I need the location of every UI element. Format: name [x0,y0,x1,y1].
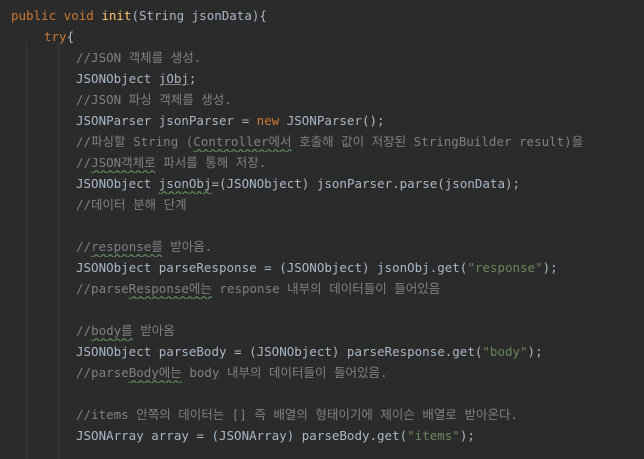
keyword: new [256,113,280,128]
comment: 파서를 통해 저장. [155,155,267,170]
comment: // [76,155,92,170]
comment: // [76,239,92,254]
code-line-method-signature[interactable]: public void init(String jsonData){ [0,5,644,26]
keyword: public void [11,8,94,23]
code-line-comment[interactable]: //body를 받아옴 [0,320,644,341]
code-text: =(JSONObject) jsonParser.parse(jsonData)… [211,176,521,191]
code-text: JSONParser jsonParser = [76,113,257,128]
code-line-statement[interactable]: JSONObject parseBody = (JSONObject) pars… [0,341,644,362]
code-line-comment[interactable]: //JSON객체로 파서를 통해 저장. [0,152,644,173]
code-line-blank[interactable] [0,383,644,404]
code-line-comment[interactable]: //parseBody에는 body 내부의 데이터들이 들어있음. [0,362,644,383]
code-line-declaration[interactable]: JSONObject jObj; [0,68,644,89]
code-text: JSONObject parseBody = (JSONObject) pars… [76,344,483,359]
code-line-comment[interactable]: //response를 받아옴. [0,236,644,257]
comment: //파싱할 String ( [76,134,194,149]
code-text: JSONObject [76,71,159,86]
code-text: JSONObject parseResponse = (JSONObject) … [76,260,468,275]
comment-typo: response를 [91,239,163,254]
comment: //JSON 객체를 생성. [76,50,202,65]
comment-typo: Controller에서 [193,134,292,149]
comment: 받아옴 [132,323,175,338]
comment-typo: body를 [91,323,133,338]
comment-typo: JSON객체로 [91,155,156,170]
comment: // [76,323,92,338]
typo-word: jsonObj [158,176,212,191]
code-text: (String jsonData){ [131,8,267,23]
string-literal: "response" [467,260,543,275]
code-text: ; [188,71,197,86]
code-text: { [66,29,75,44]
comment: //parse [76,281,129,296]
code-text: ); [459,428,475,443]
code-text: ); [527,344,543,359]
code-line-comment[interactable]: //parseResponse에는 response 내부의 데이터들이 들어있… [0,278,644,299]
code-line-statement[interactable]: JSONParser jsonParser = new JSONParser()… [0,110,644,131]
method-name: init [101,8,132,23]
comment: //items 안쪽의 데이터는 [] 즉 배열의 형태이기에 제이슨 배열로 … [76,407,518,422]
code-line-blank[interactable] [0,299,644,320]
code-text: ); [542,260,558,275]
code-line-blank[interactable] [0,215,644,236]
code-line-comment[interactable]: //items 안쪽의 데이터는 [] 즉 배열의 형태이기에 제이슨 배열로 … [0,404,644,425]
code-line-comment[interactable]: //JSON 파싱 객체를 생성. [0,89,644,110]
comment: //parse [76,365,129,380]
code-line-try[interactable]: try{ [0,26,644,47]
comment: //JSON 파싱 객체를 생성. [76,92,232,107]
comment-typo: Response에는 [128,281,212,296]
code-line-comment[interactable]: //데이터 분해 단계 [0,194,644,215]
comment: response 내부의 데이터들이 들어있음 [211,281,441,296]
code-line-statement[interactable]: JSONArray array = (JSONArray) parseBody.… [0,425,644,446]
code-line-comment[interactable]: //파싱할 String (Controller에서 호출해 값이 저장된 St… [0,131,644,152]
code-line-statement[interactable]: JSONObject parseResponse = (JSONObject) … [0,257,644,278]
comment-typo: Body에는 [128,365,182,380]
code-text: JSONObject [76,176,159,191]
code-line-comment[interactable]: //JSON 객체를 생성. [0,47,644,68]
code-lines[interactable]: public void init(String jsonData){ try{ … [0,5,644,446]
code-text: JSONArray array = (JSONArray) parseBody.… [76,428,408,443]
keyword: try [44,29,67,44]
string-literal: "body" [482,344,528,359]
code-text: JSONParser(); [279,113,385,128]
code-editor[interactable]: public void init(String jsonData){ try{ … [0,0,644,459]
comment: 호출해 값이 저장된 StringBuilder result)을 [291,134,584,149]
code-line-statement[interactable]: JSONObject jsonObj=(JSONObject) jsonPars… [0,173,644,194]
comment: 받아옴. [162,239,213,254]
comment: body 내부의 데이터들이 들어있음. [181,365,388,380]
comment: //데이터 분해 단계 [76,197,187,212]
unused-variable: jObj [158,71,189,86]
string-literal: "items" [407,428,460,443]
